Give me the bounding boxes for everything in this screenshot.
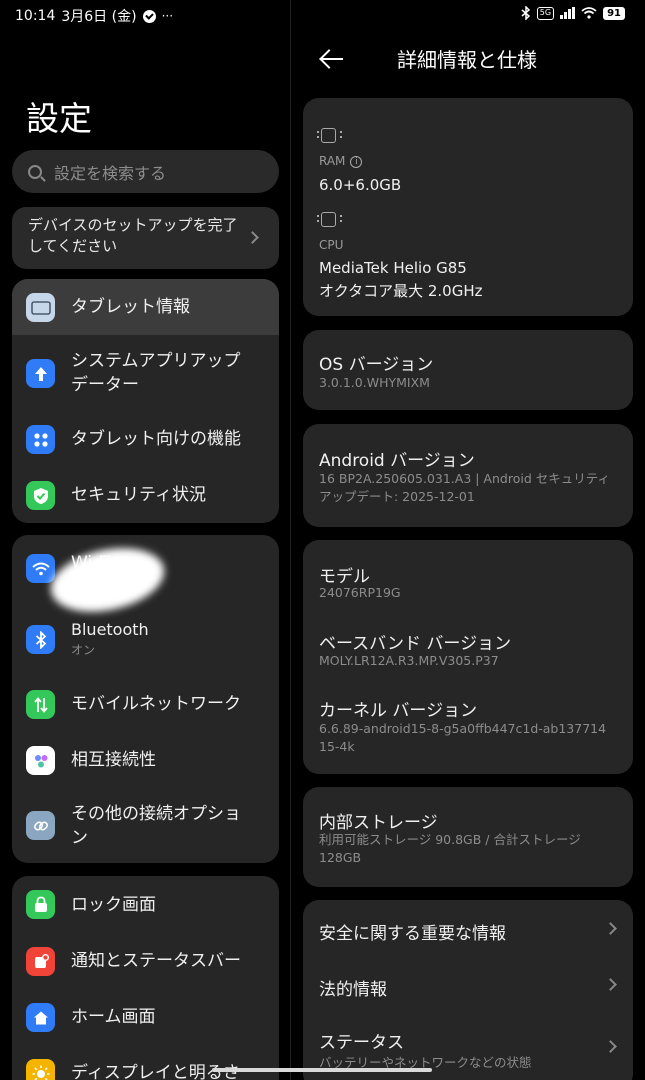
sidebar-item-notifications[interactable]: 通知とステータスバー [12,934,279,990]
detail-title: 詳細情報と仕様 [397,48,537,72]
legal-info-row[interactable]: 法的情報 [303,956,633,1012]
status-label: ステータス [319,1033,404,1053]
sun-icon [26,1059,55,1080]
safety-info-label: 安全に関する重要な情報 [319,924,506,944]
info-icon[interactable]: i [350,156,363,168]
chevron-right-icon [604,922,617,935]
sidebar-item-lock-screen[interactable]: ロック画面 [12,876,279,934]
os-version-value: 3.0.1.0.WHYMIXM [319,375,430,390]
search-input[interactable]: 設定を検索する [12,150,279,193]
sidebar-item-other-connections[interactable]: その他の接続オプション [12,789,279,863]
baseband-value: MOLY.LR12A.R3.MP.V305.P37 [319,653,499,668]
sidebar-item-label: ホーム画面 [71,1007,156,1027]
legal-info-label: 法的情報 [319,980,387,1000]
battery-icon: 91 [603,6,625,20]
wifi-icon [26,554,55,583]
link-icon [26,811,55,840]
model-value: 24076RP19G [319,585,401,600]
shield-check-icon [26,481,55,510]
detail-header: 詳細情報と仕様 [291,32,645,88]
android-version-value: 16 BP2A.250605.031.A3 | Android セキュリティアッ… [319,471,610,504]
bluetooth-icon [26,625,55,654]
lock-icon [26,890,55,919]
sidebar-item-display[interactable]: ディスプレイと明るさ [12,1046,279,1080]
storage-card[interactable]: 内部ストレージ 利用可能ストレージ 90.8GB / 合計ストレージ 128GB [303,787,633,887]
storage-value: 利用可能ストレージ 90.8GB / 合計ストレージ 128GB [319,832,581,865]
sidebar-item-label: タブレット向けの機能 [71,429,241,449]
sidebar-item-home-screen[interactable]: ホーム画面 [12,990,279,1046]
search-icon [28,164,42,179]
sidebar-item-bluetooth-text: Bluetooth オン [71,618,149,658]
info-links-card: 安全に関する重要な情報 法的情報 ステータス バッテリーやネットワークなどの状態 [303,900,633,1080]
ram-value: 6.0+6.0GB [319,176,402,194]
sidebar-item-label: その他の接続オプション [71,804,241,848]
signal-icon [560,7,576,19]
interconnect-icon [26,746,55,775]
back-arrow-icon[interactable] [319,46,345,72]
settings-group-personalization: ロック画面 通知とステータスバー ホーム画面 ディスプレイと明るさ [12,876,279,1080]
setup-card-label: デバイスのセットアップを完了してください [28,216,238,255]
safety-info-row[interactable]: 安全に関する重要な情報 [303,900,633,956]
model-card: モデル 24076RP19G ベースバンド バージョン MOLY.LR12A.R… [303,540,633,774]
sidebar-item-sub: オン [71,643,96,657]
pane-divider [290,0,291,1080]
search-placeholder: 設定を検索する [54,163,167,183]
sidebar-item-tablet-info[interactable]: タブレット情報 [12,279,279,335]
kernel-label: カーネル バージョン [319,701,478,721]
status-right: 5G 91 [521,6,625,20]
sidebar-item-label: セキュリティ状況 [71,485,206,505]
android-version-label: Android バージョン [319,451,475,471]
ram-label: RAM i [319,154,363,168]
os-version-card[interactable]: OS バージョン 3.0.1.0.WHYMIXM [303,330,633,410]
os-version-label: OS バージョン [319,355,434,375]
settings-list-pane: 設定 設定を検索する デバイスのセットアップを完了してください タブレット情報 … [0,0,290,1080]
cpu-label: CPU [319,238,344,252]
grid-icon [26,425,55,454]
sidebar-item-label: 相互接続性 [71,750,156,770]
home-indicator[interactable] [212,1068,432,1072]
tablet-icon [26,293,55,322]
arrow-up-icon [26,359,55,388]
android-version-card[interactable]: Android バージョン 16 BP2A.250605.031.A3 | An… [303,424,633,527]
page-title: 設定 [26,99,92,138]
sidebar-item-interconnectivity[interactable]: 相互接続性 [12,733,279,789]
sidebar-item-label: システムアプリアップデーター [71,351,241,395]
sidebar-item-system-app-updater[interactable]: システムアプリアップデーター [12,335,279,411]
baseband-label: ベースバンド バージョン [319,634,512,654]
kernel-value: 6.6.89-android15-8-g5a0ffb447c1d-ab13771… [319,721,607,754]
sidebar-item-bluetooth[interactable]: Bluetooth オン [12,601,279,677]
sidebar-item-label: Bluetooth [71,620,149,639]
notification-icon [26,947,55,976]
chevron-right-icon [604,978,617,991]
wifi-status-icon [581,7,597,19]
network-badge-icon: 5G [536,6,555,20]
settings-group-device: タブレット情報 システムアプリアップデーター タブレット向けの機能 セキュリティ… [12,279,279,523]
cpu-chip-icon [317,212,342,227]
home-icon [26,1003,55,1032]
bluetooth-status-icon [521,6,530,20]
setup-card[interactable]: デバイスのセットアップを完了してください [12,207,279,269]
cpu-value-model: MediaTek Helio G85 [319,259,467,277]
sidebar-item-label: モバイルネットワーク [71,694,241,714]
sidebar-item-tablet-features[interactable]: タブレット向けの機能 [12,411,279,467]
chevron-right-icon [604,1040,617,1053]
hardware-card: RAM i 6.0+6.0GB CPU MediaTek Helio G85 オク… [303,98,633,316]
sidebar-item-mobile-network[interactable]: モバイルネットワーク [12,677,279,733]
cpu-value-speed: オクタコア最大 2.0GHz [319,282,483,300]
sidebar-item-label: 通知とステータスバー [71,951,241,971]
storage-label: 内部ストレージ [319,813,438,833]
sidebar-item-label: タブレット情報 [71,297,190,317]
chevron-right-icon [246,231,259,244]
sidebar-item-security-status[interactable]: セキュリティ状況 [12,467,279,523]
sidebar-item-label: ロック画面 [71,895,156,915]
mobile-data-icon [26,690,55,719]
ram-chip-icon [317,128,342,143]
